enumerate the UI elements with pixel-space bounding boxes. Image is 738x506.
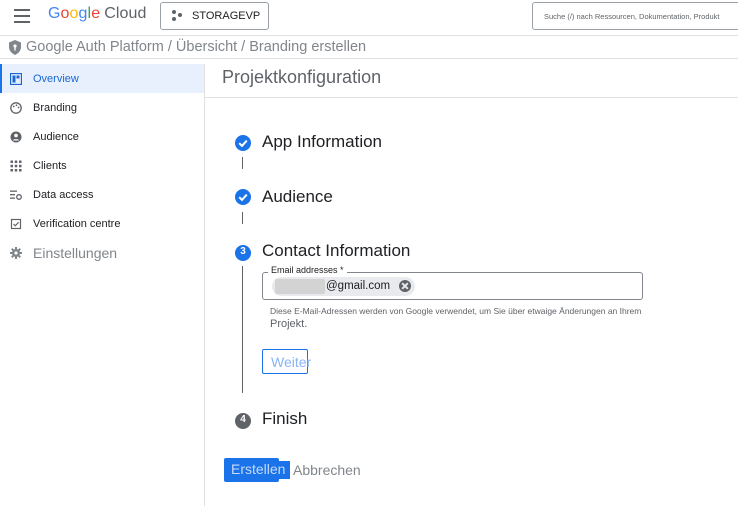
sidebar-item-label: Einstellungen: [33, 244, 118, 261]
dashboard-icon: [10, 72, 22, 85]
grid-icon: [10, 160, 22, 171]
step-connector: [242, 266, 243, 393]
email-helper-text: Diese E-Mail-Adressen werden von Google …: [270, 306, 642, 330]
sidebar-item-label: Overview: [33, 72, 79, 85]
step-connector: [242, 212, 243, 224]
breadcrumb: Google Auth Platform / Übersicht / Brand…: [0, 35, 738, 59]
sidebar-item-clients[interactable]: Clients: [0, 151, 204, 180]
sidebar-item-einstellungen[interactable]: Einstellungen: [0, 238, 204, 267]
menu-icon[interactable]: [12, 8, 32, 24]
checkbox-icon: [10, 218, 22, 229]
sidebar-item-data-access[interactable]: Data access: [0, 180, 204, 209]
check-circle-icon: [235, 135, 251, 151]
sidebar-item-label: Branding: [33, 101, 78, 114]
step-audience[interactable]: Audience: [262, 187, 333, 207]
palette-icon: [10, 101, 22, 114]
project-icon: [172, 10, 184, 22]
email-chip-text: @gmail.com: [326, 280, 391, 292]
page-title: Projektkonfiguration: [222, 67, 382, 87]
search-input[interactable]: Suche (/) nach Ressourcen, Dokumentation…: [532, 2, 738, 30]
sidebar-item-label: Verification centre: [33, 217, 121, 230]
person-icon: [10, 131, 22, 142]
step-number-badge: 4: [235, 413, 251, 429]
gear-icon: [10, 246, 22, 259]
shield-icon: [9, 39, 21, 55]
project-selector-button[interactable]: STORAGEVP: [160, 2, 269, 30]
cancel-button[interactable]: Abbrechen: [293, 462, 361, 478]
sidebar: Overview Branding Audience Clients Data …: [0, 64, 205, 506]
breadcrumb-text[interactable]: Google Auth Platform / Übersicht / Brand…: [26, 39, 366, 55]
step-number-badge: 3: [235, 245, 251, 261]
google-cloud-logo[interactable]: Google Cloud: [48, 5, 147, 23]
sidebar-item-branding[interactable]: Branding: [0, 93, 204, 122]
sidebar-item-label: Audience: [33, 130, 79, 143]
step-connector: [242, 157, 243, 169]
sidebar-item-overview[interactable]: Overview: [0, 64, 204, 93]
top-bar: Google Cloud STORAGEVP Suche (/) nach Res…: [0, 0, 738, 34]
step-contact-information[interactable]: Contact Information: [262, 241, 410, 261]
next-button[interactable]: Weiter: [262, 349, 311, 374]
sidebar-item-label: Clients: [33, 159, 67, 172]
step-app-information[interactable]: App Information: [262, 132, 382, 152]
email-field-label: Email addresses *: [268, 265, 347, 275]
divider: [205, 97, 738, 98]
data-access-icon: [10, 190, 22, 200]
create-button-label[interactable]: Erstellen: [229, 461, 290, 479]
project-name: STORAGEVP: [192, 10, 261, 22]
sidebar-item-verification-centre[interactable]: Verification centre: [0, 209, 204, 238]
sidebar-item-audience[interactable]: Audience: [0, 122, 204, 151]
sidebar-item-label: Data access: [33, 188, 94, 201]
redacted-text: [275, 279, 325, 294]
check-circle-icon: [235, 189, 251, 205]
remove-chip-icon[interactable]: [399, 280, 411, 292]
step-finish[interactable]: Finish: [262, 409, 307, 429]
